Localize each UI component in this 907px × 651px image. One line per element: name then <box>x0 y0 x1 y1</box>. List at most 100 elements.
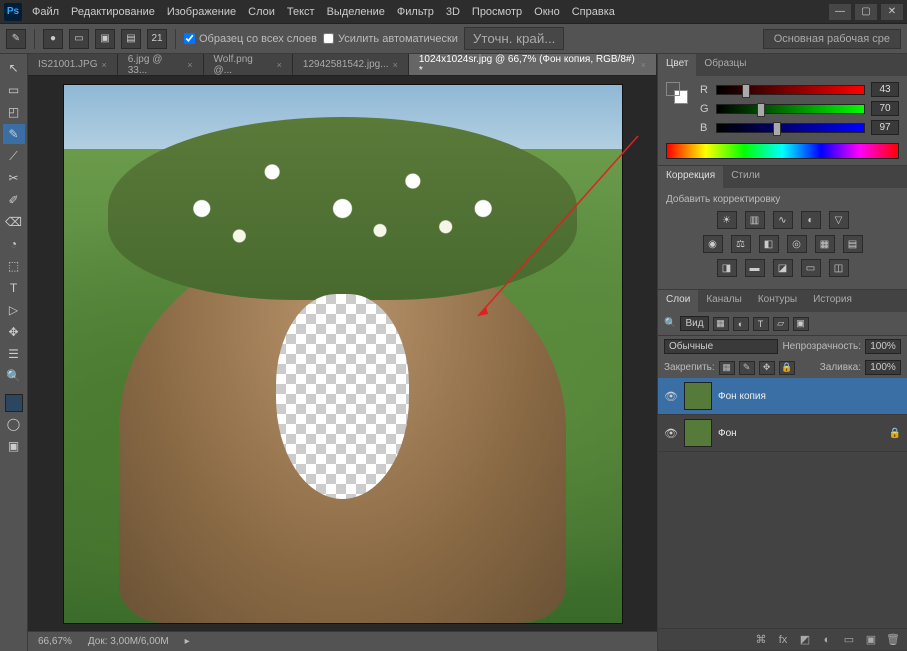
search-icon[interactable]: 🔍 <box>664 318 676 329</box>
menu-text[interactable]: Текст <box>287 6 315 18</box>
blend-mode-select[interactable]: Обычные <box>664 339 778 354</box>
doc-tab-active[interactable]: 1024x1024sr.jpg @ 66,7% (Фон копия, RGB/… <box>409 54 657 75</box>
zoom-level[interactable]: 66,67% <box>38 636 72 647</box>
menu-layers[interactable]: Слои <box>248 6 275 18</box>
selection-subtract-icon[interactable]: ▤ <box>121 29 141 49</box>
filter-type-select[interactable]: Вид <box>680 316 708 331</box>
opacity-input[interactable]: 100% <box>865 339 901 354</box>
auto-enhance-checkbox[interactable]: Усилить автоматически <box>323 33 458 45</box>
brush-preset-icon[interactable]: ● <box>43 29 63 49</box>
brightness-icon[interactable]: ☀ <box>717 211 737 229</box>
screenmode-icon[interactable]: ▣ <box>3 436 25 456</box>
quick-select-tool[interactable]: ✎ <box>3 124 25 144</box>
type-tool[interactable]: T <box>3 278 25 298</box>
selection-add-icon[interactable]: ▣ <box>95 29 115 49</box>
selection-new-icon[interactable]: ▭ <box>69 29 89 49</box>
link-layers-icon[interactable]: ⌘ <box>753 633 769 647</box>
tab-color[interactable]: Цвет <box>658 54 696 76</box>
new-layer-icon[interactable]: ▣ <box>863 633 879 647</box>
layer-name[interactable]: Фон <box>718 428 883 439</box>
fill-input[interactable]: 100% <box>865 360 901 375</box>
mixer-icon[interactable]: ▦ <box>815 235 835 253</box>
visibility-icon[interactable]: 👁 <box>664 426 678 440</box>
menu-file[interactable]: Файл <box>32 6 59 18</box>
doc-tab[interactable]: Wolf.png @...× <box>204 54 293 75</box>
quickmask-icon[interactable]: ◯ <box>3 414 25 434</box>
close-button[interactable]: ✕ <box>881 4 903 20</box>
sample-all-checkbox-input[interactable] <box>184 33 195 44</box>
shape-tool[interactable]: ⬚ <box>3 256 25 276</box>
bw-icon[interactable]: ◧ <box>759 235 779 253</box>
filter-shape-icon[interactable]: ▱ <box>773 317 789 331</box>
layer-row[interactable]: 👁 Фон 🔒 <box>658 415 907 452</box>
menu-view[interactable]: Просмотр <box>472 6 522 18</box>
tab-paths[interactable]: Контуры <box>750 290 805 312</box>
value-g[interactable]: 70 <box>871 101 899 116</box>
menu-edit[interactable]: Редактирование <box>71 6 155 18</box>
move-tool[interactable]: ↖ <box>3 58 25 78</box>
filter-adjust-icon[interactable]: ◐ <box>733 317 749 331</box>
menu-help[interactable]: Справка <box>572 6 615 18</box>
adjustment-layer-icon[interactable]: ◐ <box>819 633 835 647</box>
statusbar-arrow-icon[interactable]: ▸ <box>185 636 190 647</box>
close-icon[interactable]: × <box>101 60 106 70</box>
lock-position-icon[interactable]: ✥ <box>759 361 775 375</box>
layer-thumbnail[interactable] <box>684 419 712 447</box>
slider-r[interactable] <box>716 85 865 95</box>
eraser-tool[interactable]: ⌫ <box>3 212 25 232</box>
lasso-tool[interactable]: ✂ <box>3 168 25 188</box>
filter-smart-icon[interactable]: ▣ <box>793 317 809 331</box>
selective-color-icon[interactable]: ◫ <box>829 259 849 277</box>
filter-pixel-icon[interactable]: ▦ <box>713 317 729 331</box>
crop-tool[interactable]: ◰ <box>3 102 25 122</box>
auto-enhance-checkbox-input[interactable] <box>323 33 334 44</box>
layer-style-icon[interactable]: fx <box>775 633 791 647</box>
marquee-tool[interactable]: ▭ <box>3 80 25 100</box>
gradient-tool[interactable]: ◔ <box>3 234 25 254</box>
workspace-switcher[interactable]: Основная рабочая сре <box>763 29 901 49</box>
menu-select[interactable]: Выделение <box>327 6 385 18</box>
layer-row[interactable]: 👁 Фон копия <box>658 378 907 415</box>
canvas[interactable] <box>63 84 623 624</box>
zoom-tool[interactable]: 🔍 <box>3 366 25 386</box>
slider-b[interactable] <box>716 123 865 133</box>
posterize-icon[interactable]: ▬ <box>745 259 765 277</box>
tab-layers[interactable]: Слои <box>658 290 698 312</box>
foreground-color-swatch[interactable] <box>5 394 23 412</box>
hand-tool[interactable]: ✥ <box>3 322 25 342</box>
gradient-map-icon[interactable]: ▭ <box>801 259 821 277</box>
value-b[interactable]: 97 <box>871 120 899 135</box>
group-icon[interactable]: ▭ <box>841 633 857 647</box>
layer-thumbnail[interactable] <box>684 382 712 410</box>
menu-image[interactable]: Изображение <box>167 6 236 18</box>
balance-icon[interactable]: ⚖ <box>731 235 751 253</box>
value-r[interactable]: 43 <box>871 82 899 97</box>
tolerance-field[interactable]: 21 <box>147 29 167 49</box>
tab-swatches[interactable]: Образцы <box>696 54 754 76</box>
brush-tool[interactable]: ✐ <box>3 190 25 210</box>
eyedropper-tool[interactable]: ⟋ <box>3 146 25 166</box>
maximize-button[interactable]: ▢ <box>855 4 877 20</box>
slider-g[interactable] <box>716 104 865 114</box>
close-icon[interactable]: × <box>277 60 282 70</box>
doc-tab[interactable]: IS21001.JPG× <box>28 54 118 75</box>
menu-window[interactable]: Окно <box>534 6 560 18</box>
path-tool[interactable]: ▷ <box>3 300 25 320</box>
close-icon[interactable]: × <box>393 60 398 70</box>
layer-mask-icon[interactable]: ◩ <box>797 633 813 647</box>
lock-pixels-icon[interactable]: ✎ <box>739 361 755 375</box>
tab-history[interactable]: История <box>805 290 860 312</box>
tab-adjustments[interactable]: Коррекция <box>658 166 723 188</box>
sample-all-layers-checkbox[interactable]: Образец со всех слоев <box>184 33 317 45</box>
close-icon[interactable]: × <box>641 60 646 70</box>
lock-transparency-icon[interactable]: ▦ <box>719 361 735 375</box>
menu-filter[interactable]: Фильтр <box>397 6 434 18</box>
visibility-icon[interactable]: 👁 <box>664 389 678 403</box>
layer-name[interactable]: Фон копия <box>718 391 901 402</box>
doc-tab[interactable]: 6.jpg @ 33...× <box>118 54 204 75</box>
lock-all-icon[interactable]: 🔒 <box>779 361 795 375</box>
hue-icon[interactable]: ◉ <box>703 235 723 253</box>
minimize-button[interactable]: — <box>829 4 851 20</box>
color-spectrum[interactable] <box>666 143 899 159</box>
vibrance-icon[interactable]: ▽ <box>829 211 849 229</box>
